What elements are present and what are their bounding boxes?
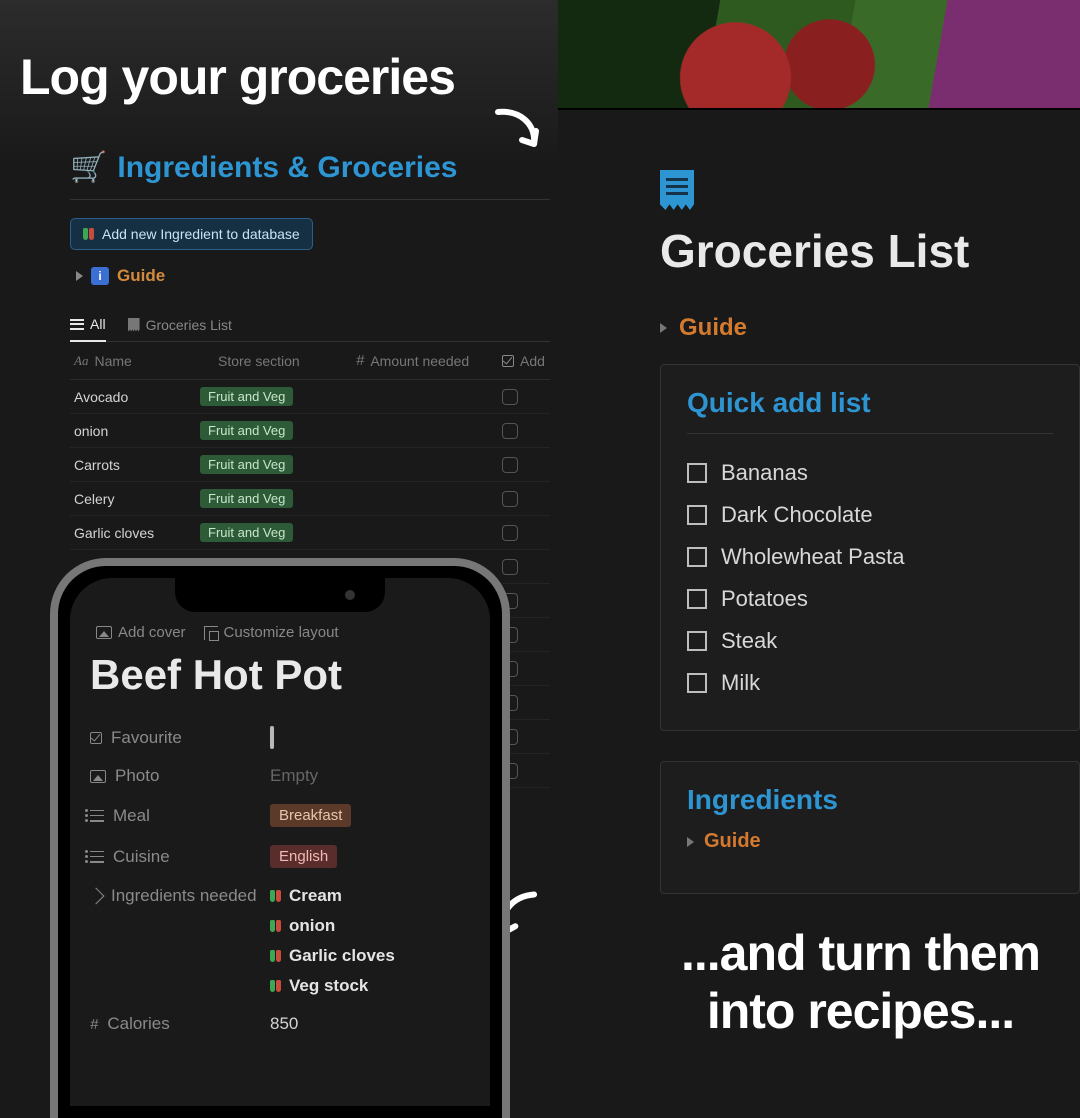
add-cover-button[interactable]: Add cover xyxy=(96,624,186,641)
ingredient-link[interactable]: Garlic cloves xyxy=(270,946,470,966)
table-row[interactable]: onionFruit and Veg xyxy=(70,414,550,448)
checkbox[interactable] xyxy=(502,389,518,405)
receipt-icon xyxy=(128,318,140,332)
guide-toggle[interactable]: i Guide xyxy=(70,266,550,286)
col-add: Add xyxy=(502,353,562,369)
tab-all[interactable]: All xyxy=(70,310,106,342)
col-amount: #Amount needed xyxy=(356,352,496,369)
checklist-item[interactable]: Potatoes xyxy=(687,578,1053,620)
table-row[interactable]: Garlic clovesFruit and Veg xyxy=(70,516,550,550)
guide-toggle[interactable]: Guide xyxy=(660,314,1080,342)
prop-favourite[interactable]: Favourite xyxy=(90,719,470,757)
checkbox[interactable] xyxy=(687,631,707,651)
divider xyxy=(70,199,550,200)
guide-label: Guide xyxy=(704,830,761,853)
prop-cuisine[interactable]: Cuisine English xyxy=(90,836,470,877)
col-name: AaName xyxy=(74,353,194,369)
col-section: Store section xyxy=(200,353,350,369)
bottle-icon xyxy=(270,950,281,962)
receipt-icon xyxy=(660,170,694,210)
hash-icon: # xyxy=(356,352,364,369)
add-ingredient-button[interactable]: Add new Ingredient to database xyxy=(70,218,313,250)
table-header: AaName Store section #Amount needed Add xyxy=(70,342,550,380)
bottle-icon xyxy=(270,890,281,902)
checklist-item[interactable]: Dark Chocolate xyxy=(687,494,1053,536)
checkbox-icon xyxy=(90,732,102,744)
checkbox[interactable] xyxy=(502,525,518,541)
checklist-item[interactable]: Steak xyxy=(687,620,1053,662)
bottle-icon xyxy=(270,920,281,932)
quick-add-heading: Quick add list xyxy=(687,387,1053,419)
quick-add-card: Quick add list Bananas Dark Chocolate Wh… xyxy=(660,364,1080,731)
divider xyxy=(687,433,1053,434)
checklist-item[interactable]: Bananas xyxy=(687,452,1053,494)
checkbox[interactable] xyxy=(502,559,518,575)
prop-meal[interactable]: Meal Breakfast xyxy=(90,795,470,836)
checkbox[interactable] xyxy=(687,673,707,693)
image-icon xyxy=(90,770,106,783)
ingredient-link[interactable]: onion xyxy=(270,916,470,936)
chevron-right-icon xyxy=(76,271,83,281)
view-tabs: All Groceries List xyxy=(70,310,550,342)
checkbox[interactable] xyxy=(502,491,518,507)
chevron-right-icon xyxy=(660,323,667,333)
tab-all-label: All xyxy=(90,316,106,332)
layout-icon xyxy=(204,626,218,640)
customize-layout-button[interactable]: Customize layout xyxy=(204,624,339,641)
ingredient-link[interactable]: Veg stock xyxy=(270,976,470,996)
ingredients-card: Ingredients Guide xyxy=(660,761,1080,894)
prop-ingredients[interactable]: Ingredients needed Cream onion Garlic cl… xyxy=(90,877,470,1005)
chevron-right-icon xyxy=(687,837,694,847)
list-icon xyxy=(90,851,104,863)
table-row[interactable]: AvocadoFruit and Veg xyxy=(70,380,550,414)
headline-top: Log your groceries xyxy=(20,48,455,106)
page-title: Groceries List xyxy=(660,224,1080,278)
checkbox[interactable] xyxy=(687,547,707,567)
checklist-item[interactable]: Milk xyxy=(687,662,1053,704)
checkbox[interactable] xyxy=(687,463,707,483)
checkbox[interactable] xyxy=(687,589,707,609)
groceries-list-panel: Groceries List Guide Quick add list Bana… xyxy=(660,170,1080,924)
tab-groceries[interactable]: Groceries List xyxy=(128,310,232,341)
guide-toggle[interactable]: Guide xyxy=(687,830,1053,853)
checkbox[interactable] xyxy=(687,505,707,525)
panel-title-text: Ingredients & Groceries xyxy=(117,151,457,185)
checkbox[interactable] xyxy=(502,457,518,473)
image-icon xyxy=(96,626,112,639)
list-icon xyxy=(90,810,104,822)
checkbox-icon xyxy=(502,355,514,367)
table-row[interactable]: CeleryFruit and Veg xyxy=(70,482,550,516)
prop-calories[interactable]: #Calories 850 xyxy=(90,1005,470,1043)
phone-frame: Add cover Customize layout Beef Hot Pot … xyxy=(50,558,510,1118)
add-button-label: Add new Ingredient to database xyxy=(102,226,300,242)
list-icon xyxy=(70,319,84,330)
page-actions: Add cover Customize layout xyxy=(90,624,470,641)
ingredient-link[interactable]: Cream xyxy=(270,886,470,906)
ingredients-heading: Ingredients xyxy=(687,784,1053,816)
tab-groceries-label: Groceries List xyxy=(146,317,232,333)
list-icon xyxy=(200,355,212,366)
meal-tag: Breakfast xyxy=(270,804,351,827)
prop-photo[interactable]: Photo Empty xyxy=(90,757,470,795)
guide-label: Guide xyxy=(679,314,747,342)
hash-icon: # xyxy=(90,1016,98,1033)
relation-icon xyxy=(88,888,105,905)
table-row[interactable]: CarrotsFruit and Veg xyxy=(70,448,550,482)
produce-photo xyxy=(558,0,1080,110)
phone-notch xyxy=(175,578,385,612)
bottle-icon xyxy=(83,228,94,240)
checkbox[interactable] xyxy=(502,423,518,439)
text-icon: Aa xyxy=(74,353,88,369)
info-icon: i xyxy=(91,267,109,285)
checklist-item[interactable]: Wholewheat Pasta xyxy=(687,536,1053,578)
bottle-icon xyxy=(270,980,281,992)
checkbox[interactable] xyxy=(270,726,274,749)
phone-screen: Add cover Customize layout Beef Hot Pot … xyxy=(70,578,490,1106)
cuisine-tag: English xyxy=(270,845,337,868)
recipe-title: Beef Hot Pot xyxy=(90,651,470,699)
guide-label: Guide xyxy=(117,266,165,286)
headline-bottom: ...and turn them into recipes... xyxy=(681,925,1040,1040)
cart-icon: 🛒 xyxy=(70,150,107,185)
panel-title: 🛒 Ingredients & Groceries xyxy=(70,150,550,185)
